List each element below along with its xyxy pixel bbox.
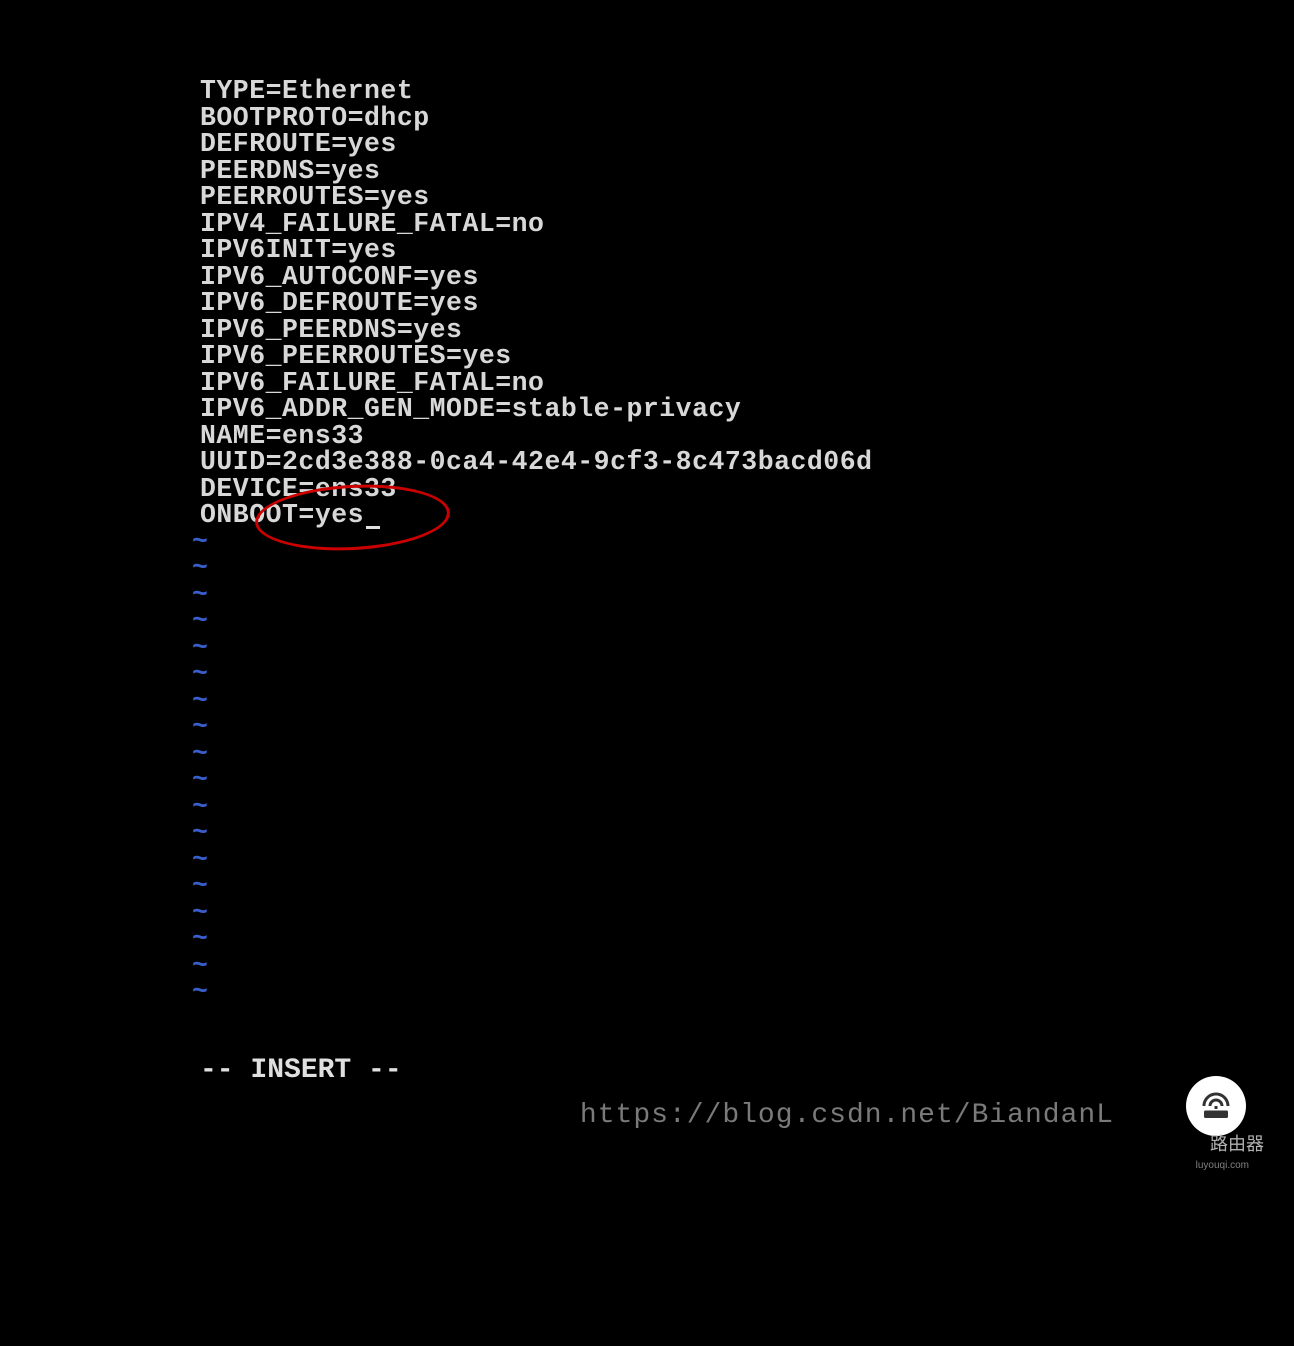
site-badge xyxy=(1186,1076,1246,1136)
empty-line-tilde: ~ xyxy=(192,847,1294,874)
empty-line-tilde: ~ xyxy=(192,794,1294,821)
config-line: IPV6_FAILURE_FATAL=no xyxy=(200,370,1294,397)
empty-line-tilde: ~ xyxy=(192,555,1294,582)
config-line: DEVICE=ens33 xyxy=(200,476,1294,503)
empty-line-tilde: ~ xyxy=(192,926,1294,953)
config-line: IPV4_FAILURE_FATAL=no xyxy=(200,211,1294,238)
empty-line-tilde: ~ xyxy=(192,767,1294,794)
empty-line-tilde: ~ xyxy=(192,608,1294,635)
empty-line-tilde: ~ xyxy=(192,953,1294,980)
empty-line-tilde: ~ xyxy=(192,661,1294,688)
config-line: UUID=2cd3e388-0ca4-42e4-9cf3-8c473bacd06… xyxy=(200,449,1294,476)
config-line: NAME=ens33 xyxy=(200,423,1294,450)
empty-line-tilde: ~ xyxy=(192,873,1294,900)
empty-line-tilde: ~ xyxy=(192,979,1294,1006)
config-line-cursor: ONBOOT=yes xyxy=(200,502,1294,529)
config-line: BOOTPROTO=dhcp xyxy=(200,105,1294,132)
empty-line-tilde: ~ xyxy=(192,741,1294,768)
config-line: PEERROUTES=yes xyxy=(200,184,1294,211)
text-cursor xyxy=(366,526,380,529)
config-line: IPV6_DEFROUTE=yes xyxy=(200,290,1294,317)
vi-mode-indicator: -- INSERT -- xyxy=(200,1055,402,1086)
config-line: IPV6_PEERDNS=yes xyxy=(200,317,1294,344)
empty-line-tilde: ~ xyxy=(192,635,1294,662)
empty-line-tilde: ~ xyxy=(192,688,1294,715)
empty-line-tilde: ~ xyxy=(192,820,1294,847)
config-line: IPV6INIT=yes xyxy=(200,237,1294,264)
config-line: IPV6_PEERROUTES=yes xyxy=(200,343,1294,370)
config-line: TYPE=Ethernet xyxy=(200,78,1294,105)
wifi-router-icon xyxy=(1198,1088,1234,1124)
config-line: DEFROUTE=yes xyxy=(200,131,1294,158)
empty-line-tilde: ~ xyxy=(192,714,1294,741)
config-line: IPV6_AUTOCONF=yes xyxy=(200,264,1294,291)
badge-sublabel: luyouqi.com xyxy=(1196,1160,1249,1171)
watermark-text: https://blog.csdn.net/BiandanL xyxy=(580,1100,1114,1131)
empty-line-tilde: ~ xyxy=(192,582,1294,609)
config-line: IPV6_ADDR_GEN_MODE=stable-privacy xyxy=(200,396,1294,423)
config-line: PEERDNS=yes xyxy=(200,158,1294,185)
vi-editor-content[interactable]: TYPE=Ethernet BOOTPROTO=dhcp DEFROUTE=ye… xyxy=(0,0,1294,1006)
empty-line-tilde: ~ xyxy=(192,529,1294,556)
empty-line-tilde: ~ xyxy=(192,900,1294,927)
badge-label: 路由器 xyxy=(1210,1130,1264,1156)
